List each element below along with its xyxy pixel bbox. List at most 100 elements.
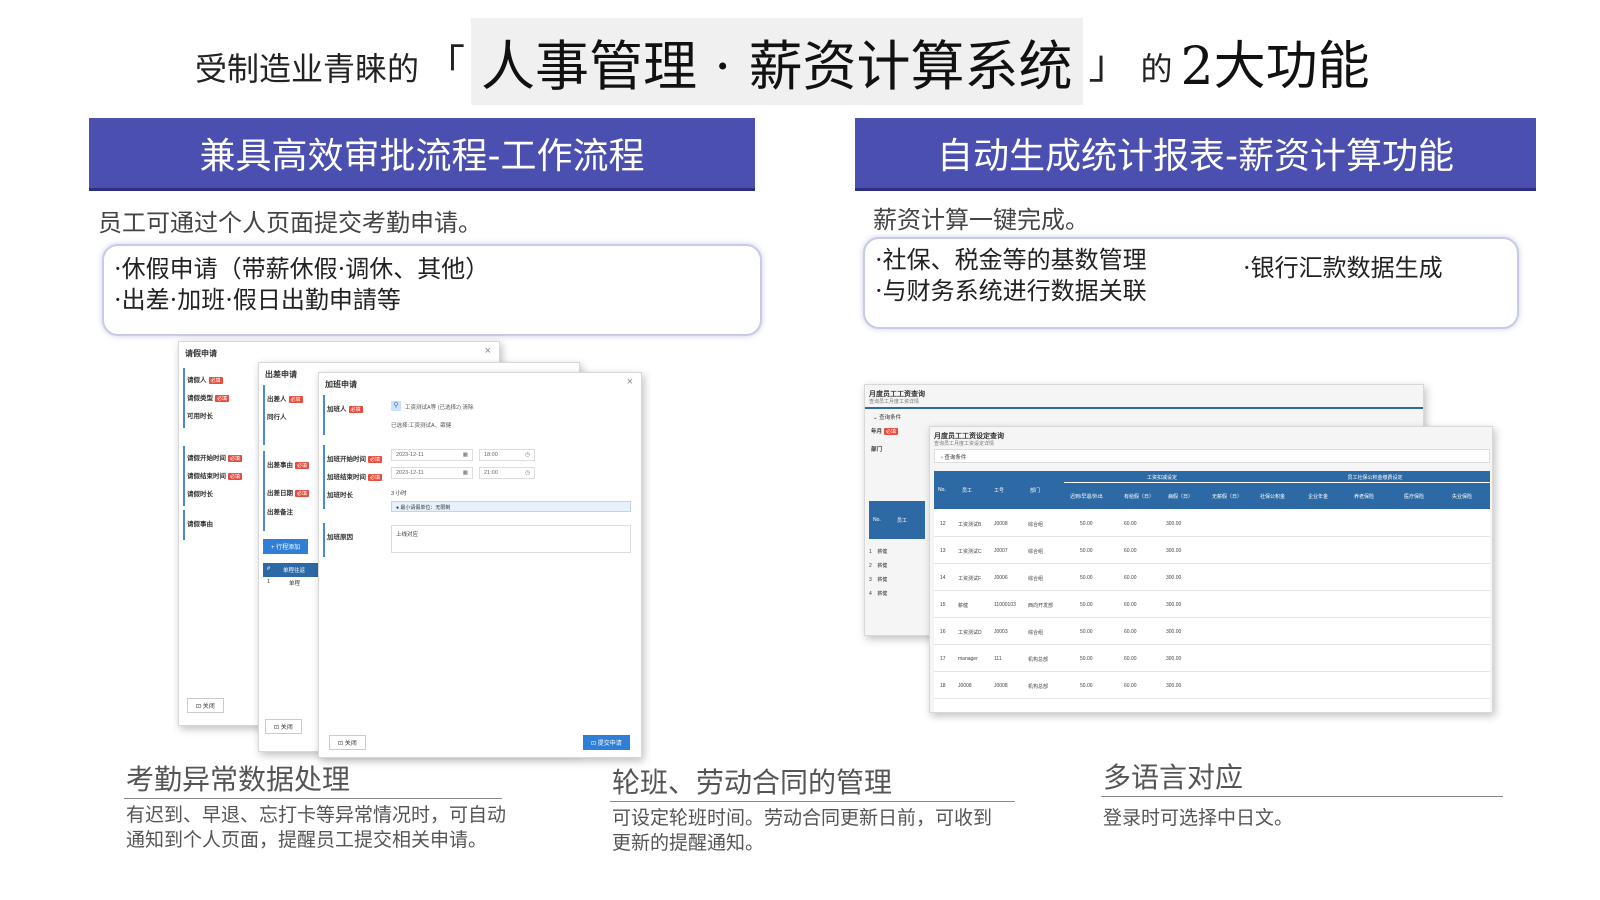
salary-back-table-header: No. 员工	[869, 501, 925, 539]
table-cell: 西向开发部	[1028, 603, 1054, 609]
table-cell: 60.00	[1124, 656, 1137, 662]
end-time-input[interactable]: 21:00 ◷	[479, 467, 535, 479]
close-icon[interactable]: ×	[627, 376, 633, 388]
ot-window-title: 加班申请	[325, 380, 357, 389]
table-cell: J0006	[994, 575, 1008, 581]
start-time-input[interactable]: 18:00 ◷	[479, 449, 535, 461]
table-cell: 12	[940, 521, 946, 527]
feature-title: 多语言对应	[1103, 761, 1244, 794]
table-cell: 111	[994, 656, 1002, 662]
table-row: 14 工资测试F J0006 综合组 50.00 60.00 300.00	[934, 565, 1490, 591]
table-row: 12 工资测试B J0008 综合组 50.00 60.00 300.00	[934, 511, 1490, 537]
trip-table-header: # 单程往返	[263, 563, 319, 577]
table-cell: 50.00	[1080, 656, 1093, 662]
start-date-input[interactable]: 2023-12-11 ▦	[391, 449, 473, 461]
min-unit-note: ● 最小请假单位：无限制	[391, 501, 631, 512]
table-cell: 60.00	[1124, 683, 1137, 689]
table-row: 13 工资测试C J0007 综合组 50.00 60.00 300.00	[934, 538, 1490, 564]
section-bar	[183, 446, 185, 506]
person-value: 工资测试A等 (已选择2) 清除	[405, 405, 474, 411]
add-trip-button[interactable]: + 行程添加	[263, 539, 309, 554]
overtime-request-window: 加班申请 × 加班人 必填 ⚲ 工资测试A等 (已选择2) 清除 已选择:工资测试…	[318, 372, 642, 758]
duration-value: 3 小时	[391, 491, 407, 497]
table-header-fixed: No. 员工 工号 部门	[934, 471, 1064, 509]
salary-back-rows: 1 薪健 2 薪健 3 薪健 4 薪健	[869, 545, 925, 601]
section-bar	[323, 445, 325, 509]
field-label: 出差人 必填	[267, 396, 303, 403]
table-row: 17 manager 111 机构总部 50.00 60.00 300.00	[934, 646, 1490, 672]
feature-text: 登录时可选择中日文。	[1103, 807, 1294, 829]
table-cell: 14	[940, 575, 946, 581]
field-label: 请假类型 必填	[187, 395, 230, 402]
reason-textarea[interactable]: 上线对应	[391, 525, 631, 553]
table-cell: 50.00	[1080, 548, 1093, 554]
table-cell: 300.00	[1166, 575, 1182, 581]
field-label: 加班开始时间 必填	[327, 456, 383, 463]
close-button[interactable]: ⊡ 关闭	[329, 735, 366, 750]
close-button[interactable]: ⊡ 关闭	[187, 698, 224, 713]
table-cell: 300.00	[1166, 602, 1182, 608]
table-cell: 50.00	[1080, 521, 1093, 527]
field-label: 部门	[871, 447, 883, 453]
section-bar	[183, 368, 185, 428]
workflow-desc: 员工可通过个人页面提交考勤申请。	[98, 209, 482, 237]
field-label: 出差备注	[267, 509, 293, 516]
table-row: 3 薪健	[869, 577, 888, 583]
group-header-insurance: 员工社保公积金缴费设定	[1260, 471, 1490, 483]
leave-window-title: 请假申请	[185, 349, 217, 358]
salary-setting-window: 月度员工工资设定查询 查询员工月度工资设定详情 › 查询条件 No. 员工 工号…	[929, 426, 1493, 713]
table-row: 2 薪健	[869, 563, 888, 569]
table-cell: 18	[940, 683, 946, 689]
close-button[interactable]: ⊡ 关闭	[265, 719, 302, 734]
table-row: 16 工资测试D J0003 综合组 50.00 60.00 300.00	[934, 619, 1490, 645]
field-label: 请假人 必填	[187, 377, 223, 384]
salary-rows: 12 工资测试B J0008 综合组 50.00 60.00 300.00 13 工资测试C J0…	[934, 511, 1490, 711]
salary-front-subtitle: 查询员工月度工资设定详情	[934, 441, 995, 447]
title-prefix: 受制造业青睐的	[195, 50, 420, 88]
end-date-input[interactable]: 2023-12-11 ▦	[391, 467, 473, 479]
table-cell: J0008	[958, 683, 972, 689]
title-count: 2大功能	[1180, 36, 1370, 97]
submit-button[interactable]: ⊡ 提交申请	[583, 735, 630, 750]
query-toggle[interactable]: ⌄ 查询条件	[873, 413, 901, 421]
table-cell: 综合组	[1028, 549, 1044, 555]
close-icon[interactable]: ×	[485, 345, 491, 357]
divider	[865, 407, 1423, 409]
title-main: 人事管理 · 薪资计算系统	[471, 17, 1083, 105]
table-cell: 薪健	[958, 603, 969, 609]
feature-text: 可设定轮班时间。劳动合同更新日前，可收到 更新的提醒通知。	[612, 807, 993, 854]
feature-divider	[1101, 796, 1503, 797]
feature-divider	[124, 798, 502, 799]
table-cell: 60.00	[1124, 521, 1137, 527]
table-cell: 工资测试D	[958, 630, 982, 636]
workflow-bullets: ·休假申请（带薪休假·调休、其他） ·出差·加班·假日出勤申請等	[102, 244, 762, 336]
field-label: 加班人 必填	[327, 406, 363, 413]
section-bar	[323, 395, 325, 435]
table-cell: J0007	[994, 548, 1008, 554]
table-cell: 60.00	[1124, 575, 1137, 581]
title-open-bracket: 「	[425, 42, 466, 88]
salary-table: No. 员工 工号 部门 工资扣减设定 员工社保公积金缴费设定 迟到/早退/外出…	[934, 471, 1490, 712]
field-label: 年月 必填	[871, 428, 899, 435]
table-cell: 工资测试B	[958, 522, 982, 528]
group-header-deduction: 工资扣减设定	[1064, 471, 1260, 483]
table-cell: 综合组	[1028, 522, 1044, 528]
feature-title: 考勤异常数据处理	[126, 763, 351, 796]
payroll-banner: 自动生成统计报表-薪资计算功能	[855, 118, 1536, 188]
field-label: 加班时长	[327, 492, 353, 499]
feature-title: 轮班、劳动合同的管理	[612, 766, 893, 799]
table-cell: 300.00	[1166, 521, 1182, 527]
table-cell: 机构总部	[1028, 657, 1049, 663]
feature-text: 有迟到、早退、忘打卡等异常情况时，可自动 通知到个人页面，提醒员工提交相关申请。	[126, 804, 507, 851]
table-cell: 300.00	[1166, 629, 1182, 635]
field-label: 加班原因	[327, 534, 353, 541]
table-cell: manager	[958, 656, 978, 662]
table-row: 4 薪健	[869, 591, 888, 597]
table-cell: 50.00	[1080, 629, 1093, 635]
table-row: 1 薪健	[869, 549, 888, 555]
payroll-desc: 薪资计算一键完成。	[873, 206, 1089, 234]
search-icon[interactable]: ⚲	[391, 401, 401, 411]
query-toggle[interactable]: › 查询条件	[934, 449, 1490, 463]
workflow-bullet: ·出差·加班·假日出勤申請等	[114, 286, 401, 314]
workflow-banner: 兼具高效审批流程-工作流程	[89, 118, 755, 188]
